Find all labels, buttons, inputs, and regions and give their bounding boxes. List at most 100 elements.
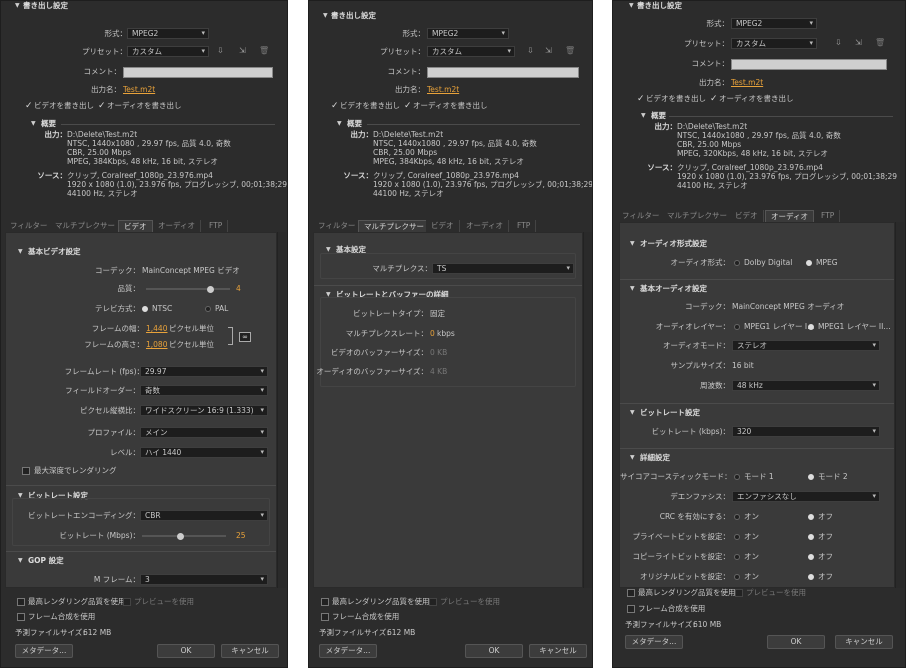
quality-slider-thumb[interactable] bbox=[207, 286, 214, 293]
level-dropdown[interactable]: ハイ 1440 bbox=[140, 447, 268, 458]
collapse-arrow-icon[interactable]: ▼ bbox=[15, 1, 20, 11]
original-off-radio[interactable] bbox=[808, 574, 814, 580]
format-dropdown[interactable]: MPEG2 bbox=[127, 28, 209, 39]
frame-blend-checkbox[interactable] bbox=[321, 613, 329, 621]
ntsc-radio[interactable] bbox=[142, 306, 148, 312]
de-emphasis-dropdown[interactable]: エンファシスなし bbox=[732, 491, 880, 502]
delete-preset-icon[interactable]: 🗑 bbox=[259, 46, 269, 56]
section-collapse-icon[interactable]: ▼ bbox=[630, 453, 635, 463]
frequency-dropdown[interactable]: 48 kHz bbox=[732, 380, 880, 391]
export-audio-checkbox[interactable]: ✓ bbox=[404, 101, 412, 111]
metadata-button[interactable]: メタデータ... bbox=[319, 644, 377, 658]
collapse-arrow-icon[interactable]: ▼ bbox=[629, 1, 634, 11]
cancel-button[interactable]: キャンセル bbox=[221, 644, 279, 658]
frame-rate-dropdown[interactable]: 29.97 bbox=[140, 366, 268, 377]
frame-blend-checkbox[interactable] bbox=[627, 605, 635, 613]
metadata-button[interactable]: メタデータ... bbox=[625, 635, 683, 649]
multiplex-dropdown[interactable]: TS bbox=[432, 263, 574, 274]
max-quality-checkbox[interactable] bbox=[321, 598, 329, 606]
bitrate-dropdown[interactable]: 320 bbox=[732, 426, 880, 437]
collapse-arrow-icon[interactable]: ▼ bbox=[323, 11, 328, 21]
max-quality-checkbox[interactable] bbox=[627, 589, 635, 597]
ok-button[interactable]: OK bbox=[465, 644, 523, 658]
profile-dropdown[interactable]: メイン bbox=[140, 427, 268, 438]
delete-preset-icon[interactable]: 🗑 bbox=[565, 46, 575, 56]
summary-title: 概要 bbox=[347, 119, 362, 128]
format-dropdown[interactable]: MPEG2 bbox=[731, 18, 817, 29]
scrollbar[interactable] bbox=[895, 222, 904, 588]
pal-radio[interactable] bbox=[205, 306, 211, 312]
export-video-checkbox[interactable]: ✓ bbox=[637, 94, 645, 104]
private-off-radio[interactable] bbox=[808, 534, 814, 540]
output-name-link[interactable]: Test.m2t bbox=[123, 85, 155, 95]
output-name-link[interactable]: Test.m2t bbox=[731, 78, 763, 88]
mode2-radio[interactable] bbox=[808, 474, 814, 480]
export-video-checkbox[interactable]: ✓ bbox=[25, 101, 33, 111]
quality-slider[interactable] bbox=[146, 286, 230, 293]
ok-button[interactable]: OK bbox=[767, 635, 825, 649]
section-collapse-icon[interactable]: ▼ bbox=[630, 239, 635, 249]
copyright-on-radio[interactable] bbox=[734, 554, 740, 560]
preset-dropdown[interactable]: カスタム bbox=[127, 46, 209, 57]
export-audio-checkbox[interactable]: ✓ bbox=[710, 94, 718, 104]
use-preview-checkbox[interactable] bbox=[735, 589, 743, 597]
save-preset-icon[interactable]: ⇩ bbox=[527, 46, 534, 56]
frame-blend-checkbox[interactable] bbox=[17, 613, 25, 621]
comment-field[interactable] bbox=[427, 67, 579, 78]
crc-on-radio[interactable] bbox=[734, 514, 740, 520]
import-preset-icon[interactable]: ⇲ bbox=[545, 46, 552, 56]
scrollbar[interactable] bbox=[277, 232, 286, 588]
bitrate-slider-thumb[interactable] bbox=[176, 533, 184, 540]
pixel-aspect-dropdown[interactable]: ワイドスクリーン 16:9 (1.333) bbox=[140, 405, 268, 416]
original-on-radio[interactable] bbox=[734, 574, 740, 580]
export-video-checkbox[interactable]: ✓ bbox=[331, 101, 339, 111]
audio-mode-dropdown[interactable]: ステレオ bbox=[732, 340, 880, 351]
copyright-off-radio[interactable] bbox=[808, 554, 814, 560]
save-preset-icon[interactable]: ⇩ bbox=[835, 38, 842, 48]
metadata-button[interactable]: メタデータ... bbox=[15, 644, 73, 658]
format-dropdown[interactable]: MPEG2 bbox=[427, 28, 509, 39]
import-preset-icon[interactable]: ⇲ bbox=[855, 38, 862, 48]
save-preset-icon[interactable]: ⇩ bbox=[217, 46, 224, 56]
bitrate-value[interactable]: 25 bbox=[236, 531, 246, 541]
section-collapse-icon[interactable]: ▼ bbox=[18, 247, 23, 257]
quality-value[interactable]: 4 bbox=[236, 284, 241, 294]
multiplex-rate-value[interactable]: 0 bbox=[430, 329, 435, 339]
use-preview-checkbox[interactable] bbox=[429, 598, 437, 606]
frame-height-value[interactable]: 1,080 bbox=[146, 340, 167, 350]
use-preview-checkbox[interactable] bbox=[123, 598, 131, 606]
field-order-dropdown[interactable]: 奇数 bbox=[140, 385, 268, 396]
dolby-radio[interactable] bbox=[734, 260, 740, 266]
delete-preset-icon[interactable]: 🗑 bbox=[875, 38, 885, 48]
preset-dropdown[interactable]: カスタム bbox=[731, 38, 817, 49]
bitrate-slider[interactable] bbox=[142, 533, 226, 540]
mode1-radio[interactable] bbox=[734, 474, 740, 480]
summary-collapse-icon[interactable]: ▼ bbox=[641, 111, 646, 121]
output-name-link[interactable]: Test.m2t bbox=[427, 85, 459, 95]
private-on-radio[interactable] bbox=[734, 534, 740, 540]
comment-field[interactable] bbox=[731, 59, 887, 70]
scrollbar[interactable] bbox=[583, 232, 592, 588]
cancel-button[interactable]: キャンセル bbox=[835, 635, 893, 649]
summary-collapse-icon[interactable]: ▼ bbox=[337, 119, 342, 129]
section-collapse-icon[interactable]: ▼ bbox=[630, 284, 635, 294]
max-depth-checkbox[interactable] bbox=[22, 467, 30, 475]
comment-field[interactable] bbox=[123, 67, 273, 78]
frame-width-value[interactable]: 1,440 bbox=[146, 324, 167, 334]
ok-button[interactable]: OK bbox=[157, 644, 215, 658]
link-chain-icon[interactable]: ∞ bbox=[239, 332, 251, 342]
max-quality-checkbox[interactable] bbox=[17, 598, 25, 606]
mpeg-radio[interactable] bbox=[806, 260, 812, 266]
bitrate-encoding-dropdown[interactable]: CBR bbox=[140, 510, 268, 521]
summary-collapse-icon[interactable]: ▼ bbox=[31, 119, 36, 129]
section-collapse-icon[interactable]: ▼ bbox=[630, 408, 635, 418]
preset-dropdown[interactable]: カスタム bbox=[427, 46, 515, 57]
import-preset-icon[interactable]: ⇲ bbox=[239, 46, 246, 56]
cancel-button[interactable]: キャンセル bbox=[529, 644, 587, 658]
m-frames-dropdown[interactable]: 3 bbox=[140, 574, 268, 585]
section-collapse-icon[interactable]: ▼ bbox=[18, 556, 23, 566]
crc-off-radio[interactable] bbox=[808, 514, 814, 520]
layer2-radio[interactable] bbox=[808, 324, 814, 330]
export-audio-checkbox[interactable]: ✓ bbox=[98, 101, 106, 111]
layer1-radio[interactable] bbox=[734, 324, 740, 330]
